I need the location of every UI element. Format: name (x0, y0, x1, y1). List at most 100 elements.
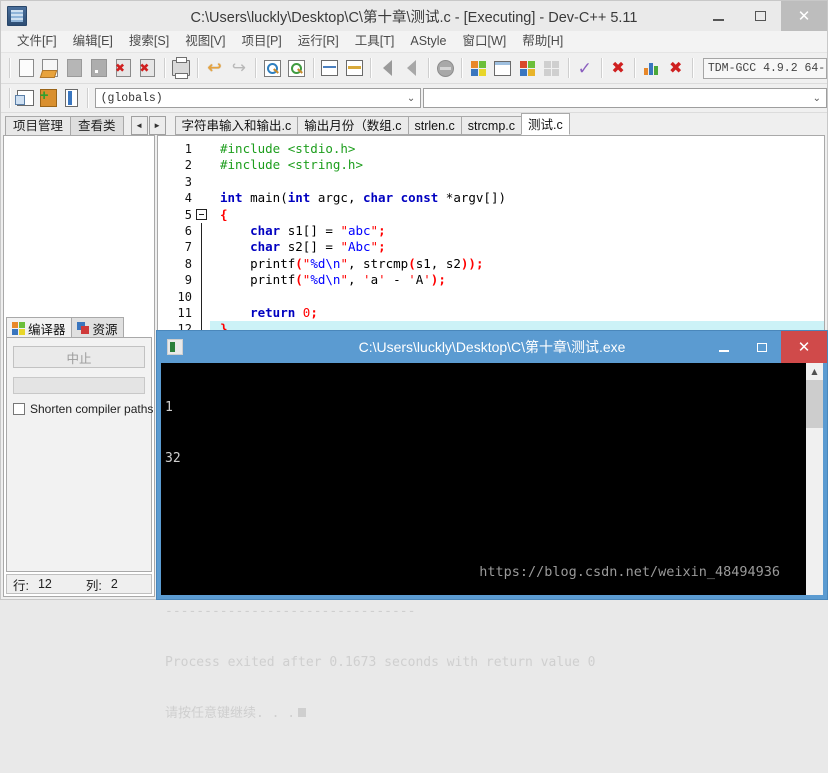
bottom-tab-compiler-label: 编译器 (28, 322, 66, 337)
print-button[interactable] (169, 56, 193, 80)
compile-and-run-button[interactable] (515, 56, 539, 80)
scrollbar-thumb[interactable] (806, 380, 823, 428)
open-file-button[interactable] (38, 56, 62, 80)
debug-button[interactable]: ✖ (664, 56, 688, 80)
editor-tab-2[interactable]: strlen.c (407, 116, 462, 135)
console-maximize-button[interactable] (743, 331, 781, 363)
menu-item-window[interactable]: 窗口[W] (455, 31, 515, 52)
line-number: 9 (184, 273, 192, 288)
scroll-up-arrow-icon[interactable]: ▲ (806, 363, 823, 380)
rebuild-all-button[interactable] (539, 56, 563, 80)
back-button[interactable] (375, 56, 399, 80)
menu-item-file[interactable]: 文件[F] (9, 31, 65, 52)
project-tree-area[interactable] (4, 136, 154, 314)
stop-execution-button[interactable]: ✖ (606, 56, 630, 80)
compile-button[interactable] (466, 56, 490, 80)
menu-item-view[interactable]: 视图[V] (177, 31, 233, 52)
new-file-button[interactable] (14, 56, 38, 80)
toolbar-separator (255, 58, 256, 78)
scrollbar-track[interactable] (806, 428, 823, 595)
line-text: printf("%d\n", 'a' - 'A'); (220, 272, 446, 288)
red-x-icon: ✖ (139, 61, 150, 75)
syntax-check-button[interactable]: ✓ (573, 56, 597, 80)
fold-line (201, 272, 202, 289)
status-col-value: 2 (110, 577, 118, 591)
redo-button[interactable]: ↪ (227, 56, 251, 80)
close-file-icon: ✖ (115, 59, 132, 77)
menu-item-tools[interactable]: 工具[T] (347, 31, 403, 52)
console-scrollbar[interactable]: ▲ (806, 363, 823, 595)
replace-button[interactable] (284, 56, 308, 80)
menu-item-run[interactable]: 运行[R] (290, 31, 347, 52)
line-text: #include <string.h> (220, 157, 363, 173)
console-minimize-button[interactable] (705, 331, 743, 363)
run-button[interactable] (491, 56, 515, 80)
editor-tab-4[interactable]: 测试.c (521, 113, 570, 135)
close-file-button[interactable]: ✖ (111, 56, 135, 80)
close-button[interactable]: ✕ (781, 1, 827, 31)
menu-item-astyle[interactable]: AStyle (402, 31, 454, 52)
editor-tab-3[interactable]: strcmp.c (460, 116, 523, 135)
forward-arrow-icon (407, 60, 417, 76)
shorten-paths-checkbox[interactable] (13, 403, 25, 415)
compiler-panel-body: 中止 Shorten compiler paths (6, 337, 153, 572)
console-window: C:\Users\luckly\Desktop\C\第十章\测试.exe ✕ 1… (156, 330, 828, 721)
line-text: char s2[] = "Abc"; (250, 239, 386, 255)
panel-tab-class-browser[interactable]: 查看类 (70, 116, 124, 135)
line-text: printf("%d\n", strcmp(s1, s2)); (220, 255, 484, 271)
menu-item-project[interactable]: 项目[P] (233, 31, 289, 52)
fold-minus-icon[interactable] (196, 208, 207, 220)
line-number: 6 (184, 223, 192, 238)
symbol-select[interactable]: ⌄ (423, 88, 828, 108)
app-icon (7, 6, 27, 26)
save-all-icon (91, 59, 108, 77)
line-text: return 0; (250, 304, 318, 320)
close-all-button[interactable]: ✖ (136, 56, 160, 80)
menu-item-search[interactable]: 搜索[S] (121, 31, 177, 52)
new-class-button[interactable] (14, 86, 37, 110)
bar-chart-icon (643, 61, 659, 75)
profile-button[interactable] (639, 56, 663, 80)
fold-line (201, 304, 202, 322)
bottom-tab-compiler[interactable]: 编译器 (6, 317, 72, 338)
tab-scroll-left-button[interactable]: ◄ (130, 116, 148, 135)
console-body[interactable]: 1 32 -------------------------------- Pr… (161, 363, 823, 721)
line-number: 1 (184, 142, 192, 156)
find-button[interactable] (260, 56, 284, 80)
save-all-button[interactable] (87, 56, 111, 80)
new-variable-button[interactable] (60, 86, 83, 110)
minimize-button[interactable] (697, 1, 739, 31)
secondary-toolbar: (globals) ⌄ ⌄ (1, 84, 828, 113)
shorten-paths-row[interactable]: Shorten compiler paths (13, 402, 153, 416)
red-x-icon: ✖ (611, 59, 625, 77)
menu-item-help[interactable]: 帮助[H] (514, 31, 571, 52)
line-number: 2 (184, 158, 192, 173)
goto-line-button[interactable] (318, 56, 342, 80)
open-folder-icon (42, 59, 59, 77)
status-row-label: 行: (13, 578, 29, 593)
goto-function-button[interactable] (342, 56, 366, 80)
bottom-tab-resources[interactable]: 资源 (70, 317, 124, 338)
tab-scroll-right-button[interactable]: ► (148, 116, 166, 135)
menu-item-edit[interactable]: 编辑[E] (65, 31, 121, 52)
new-member-button[interactable] (37, 86, 60, 110)
editor-tab-1[interactable]: 输出月份（数组.c (297, 116, 409, 135)
tab-nav-buttons: ◄ ► (130, 116, 167, 135)
fold-gutter-collapse[interactable] (194, 207, 210, 223)
save-button[interactable] (63, 56, 87, 80)
stop-icon (436, 59, 454, 77)
forward-button[interactable] (400, 56, 424, 80)
abort-compile-button[interactable] (433, 56, 457, 80)
editor-tab-0[interactable]: 字符串输入和输出.c (174, 116, 299, 135)
abort-button[interactable]: 中止 (13, 346, 145, 368)
console-close-button[interactable]: ✕ (781, 331, 827, 363)
code-line: 7 char s2[] = "Abc"; (158, 239, 824, 256)
undo-button[interactable]: ↩ (202, 56, 226, 80)
maximize-button[interactable] (739, 1, 781, 31)
panel-tab-project-manager[interactable]: 项目管理 (5, 116, 72, 135)
scope-select[interactable]: (globals) ⌄ (94, 88, 422, 108)
line-text: int main(int argc, char const *argv[]) (220, 190, 507, 206)
new-class-icon (14, 90, 34, 106)
compiler-select[interactable]: TDM-GCC 4.9.2 64- (702, 57, 828, 79)
compiler-tab-icon (12, 321, 25, 335)
